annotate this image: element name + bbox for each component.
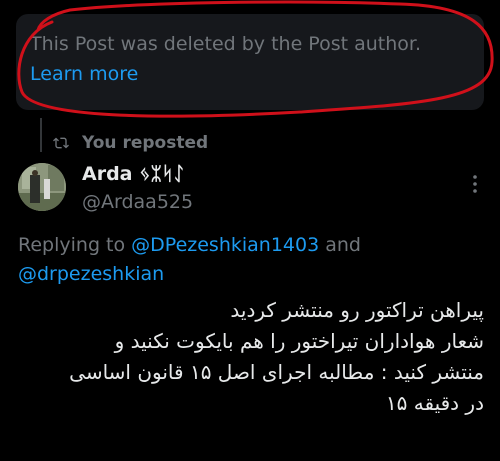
tweet-text: پیراهن تراکتور رو منتشر کردید شعار هوادا… (18, 295, 484, 419)
repost-label: You reposted (82, 133, 209, 153)
deleted-post-notice (16, 14, 484, 110)
tweet-line: شعار هواداران تیراختور را هم بایکوت نکنی… (114, 329, 484, 353)
author-display-name[interactable]: Arda ᛃᛯᛋᛇ (82, 163, 185, 185)
mention-link-drpezeshkian[interactable]: @drpezeshkian (18, 263, 164, 285)
learn-more-link[interactable]: Learn more (30, 63, 138, 85)
mention-link-dpezeshkian1403[interactable]: @DPezeshkian1403 (131, 234, 319, 256)
thread-connector-line (40, 118, 42, 152)
replying-to-prefix: Replying to (18, 234, 132, 256)
repost-icon (53, 137, 69, 149)
tweet-line: منتشر کنید : مطالبه اجرای اصل ۱۵ قانون ا… (69, 360, 484, 384)
repost-indicator: You reposted (52, 132, 208, 154)
replying-to-context: Replying to @DPezeshkian1403 and @drpeze… (18, 231, 458, 289)
replying-to-joiner: and (319, 234, 361, 256)
author-handle[interactable]: @Ardaa525 (82, 191, 193, 213)
deleted-post-message: This Post was deleted by the Post author… (30, 33, 422, 55)
tweet-line: در دقیقه ۱۵ (385, 391, 484, 415)
more-options-icon[interactable] (465, 172, 485, 196)
tweet-line: پیراهن تراکتور رو منتشر کردید (230, 298, 484, 322)
avatar[interactable] (18, 163, 66, 211)
